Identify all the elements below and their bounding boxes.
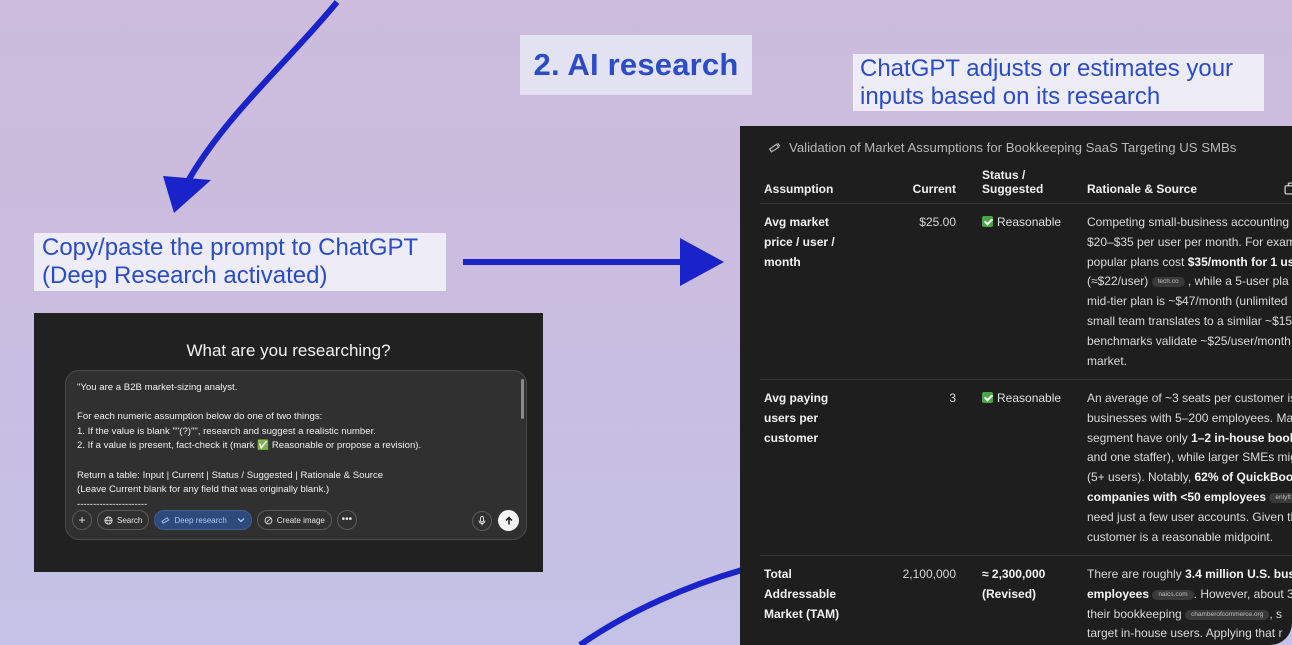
add-button[interactable]: + [72, 510, 92, 530]
rationale-bold: 3.4 million U.S. bus [1185, 567, 1292, 581]
source-chip[interactable]: naics.com [1152, 589, 1194, 600]
table-header: Assumption Current Status / Suggested Ra… [760, 168, 1292, 204]
telescope-icon [768, 142, 781, 153]
send-button[interactable] [498, 510, 519, 531]
research-note: ChatGPT adjusts or estimates your inputs… [853, 54, 1264, 111]
header-current: Current [912, 182, 956, 196]
microphone-button[interactable] [472, 511, 492, 531]
checkmark-icon [982, 216, 993, 227]
source-chip[interactable]: enlyft [1269, 492, 1292, 503]
more-button[interactable]: ••• [336, 510, 357, 530]
row-status-text: Reasonable [997, 391, 1062, 405]
prompt-card: What are you researching? "You are a B2B… [34, 313, 543, 572]
rationale-line: customer is a reasonable midpoint. [1087, 529, 1274, 544]
row-current: 2,100,000 [902, 567, 956, 581]
rationale-line: mid-tier plan is ~$47/month (unlimited [1087, 294, 1288, 309]
rationale-line: (≈$22/user) tech.co , while a 5-user pla [1087, 274, 1289, 289]
row-status: Reasonable [982, 213, 1082, 233]
header-status-line1: Status / [982, 168, 1026, 182]
rationale-line: segment have only 1–2 in-house book [1087, 431, 1292, 445]
header-status: Status / Suggested [982, 168, 1043, 196]
rationale-line: An average of ~3 seats per customer is [1087, 391, 1292, 405]
rationale-line: There are roughly 3.4 million U.S. bus [1087, 567, 1292, 581]
plus-icon: + [78, 513, 86, 527]
checkmark-icon [982, 392, 993, 403]
rationale-bold: $35/month for 1 us [1187, 254, 1292, 269]
rationale-line: $20–$35 per user per month. For exam [1087, 234, 1292, 249]
arrow-up-icon [504, 515, 513, 524]
arrow-right-head [680, 238, 724, 286]
microphone-icon [478, 516, 486, 526]
prompt-composer[interactable]: "You are a B2B market-sizing analyst. Fo… [65, 370, 527, 540]
rationale-line: benchmarks validate ~$25/user/month [1087, 333, 1291, 348]
search-button[interactable]: Search [97, 510, 150, 530]
row-rationale: An average of ~3 seats per customer is b… [1087, 389, 1292, 547]
rationale-line: and one staffer), while larger SMEs mig [1087, 450, 1292, 465]
row-status: Reasonable [982, 389, 1082, 409]
prompt-textarea[interactable]: "You are a B2B market-sizing analyst. Fo… [77, 381, 517, 509]
step-title: 2. AI research [520, 35, 752, 95]
table-row: Total Addressable Market (TAM) 2,100,000… [760, 556, 1292, 645]
row-assumption: Avg market price / user / month [764, 215, 835, 269]
arrow-down-left-head [163, 176, 211, 213]
rationale-line: their bookkeeping chamberofcommerce.org,… [1087, 606, 1282, 621]
row-assumption: Total Addressable Market (TAM) [764, 567, 840, 621]
source-chip[interactable]: tech.co [1151, 277, 1185, 288]
row-rationale: Competing small-business accounting $20–… [1087, 213, 1292, 371]
telescope-icon [161, 516, 170, 524]
rationale-bold: 62% of QuickBoo [1194, 470, 1292, 485]
rationale-line: companies with <50 employees enlyft [1087, 490, 1292, 504]
copy-icon[interactable] [1284, 182, 1292, 195]
ellipsis-icon: ••• [341, 514, 353, 525]
source-chip[interactable]: chamberofcommerce.org [1185, 609, 1270, 620]
composer-toolbar: + Search Deep research Create image ••• [72, 509, 357, 531]
rationale-line: need just a few user accounts. Given th [1087, 509, 1292, 524]
research-title: Validation of Market Assumptions for Boo… [768, 140, 1236, 155]
rationale-line: market. [1087, 353, 1128, 368]
row-current: 3 [949, 391, 956, 405]
rationale-line: Competing small-business accounting [1087, 215, 1290, 229]
assumptions-table: Assumption Current Status / Suggested Ra… [760, 168, 1292, 645]
rationale-line: (5+ users). Notably, 62% of QuickBoo [1087, 470, 1292, 485]
row-rationale: There are roughly 3.4 million U.S. bus e… [1087, 565, 1292, 644]
row-status: ≈ 2,300,000 (Revised) [982, 567, 1046, 601]
research-panel: Validation of Market Assumptions for Boo… [740, 126, 1292, 645]
row-status-text: Reasonable [997, 215, 1062, 229]
rationale-line: employees naics.com. However, about 3 [1087, 586, 1292, 601]
deep-research-label: Deep research [174, 515, 227, 525]
header-assumption: Assumption [764, 182, 834, 196]
arrow-bottom-curve [578, 567, 743, 645]
header-rationale: Rationale & Source [1087, 182, 1198, 196]
rationale-line: businesses with 5–200 employees. Ma [1087, 410, 1292, 425]
create-image-label: Create image [276, 515, 325, 525]
rationale-line: small team translates to a similar ~$15 [1087, 313, 1292, 328]
rationale-line: target in-house users. Applying that r [1087, 626, 1283, 641]
canvas: 2. AI research ChatGPT adjusts or estima… [0, 0, 1292, 645]
composer-scrollbar[interactable] [521, 379, 524, 419]
header-status-line2: Suggested [982, 182, 1044, 196]
table-row: Avg market price / user / month $25.00 R… [760, 204, 1292, 380]
row-assumption: Avg paying users per customer [764, 391, 829, 445]
arrow-down-left [180, 0, 340, 192]
chevron-down-icon[interactable] [237, 516, 245, 524]
globe-icon [104, 515, 113, 525]
prompt-heading: What are you researching? [186, 341, 391, 360]
deep-research-button[interactable]: Deep research [154, 510, 252, 530]
prompt-note: Copy/paste the prompt to ChatGPT (Deep R… [34, 233, 446, 291]
rationale-bold: companies with <50 employees [1087, 489, 1267, 504]
image-brush-icon [264, 516, 273, 524]
search-label: Search [117, 515, 143, 525]
research-title-text: Validation of Market Assumptions for Boo… [789, 140, 1237, 155]
rationale-bold: employees [1087, 586, 1150, 601]
rationale-bold: 1–2 in-house book [1191, 430, 1292, 445]
table-row: Avg paying users per customer 3 Reasonab… [760, 380, 1292, 556]
row-current: $25.00 [919, 215, 956, 229]
rationale-line: popular plans cost $35/month for 1 us [1087, 255, 1292, 269]
create-image-button[interactable]: Create image [256, 510, 332, 530]
